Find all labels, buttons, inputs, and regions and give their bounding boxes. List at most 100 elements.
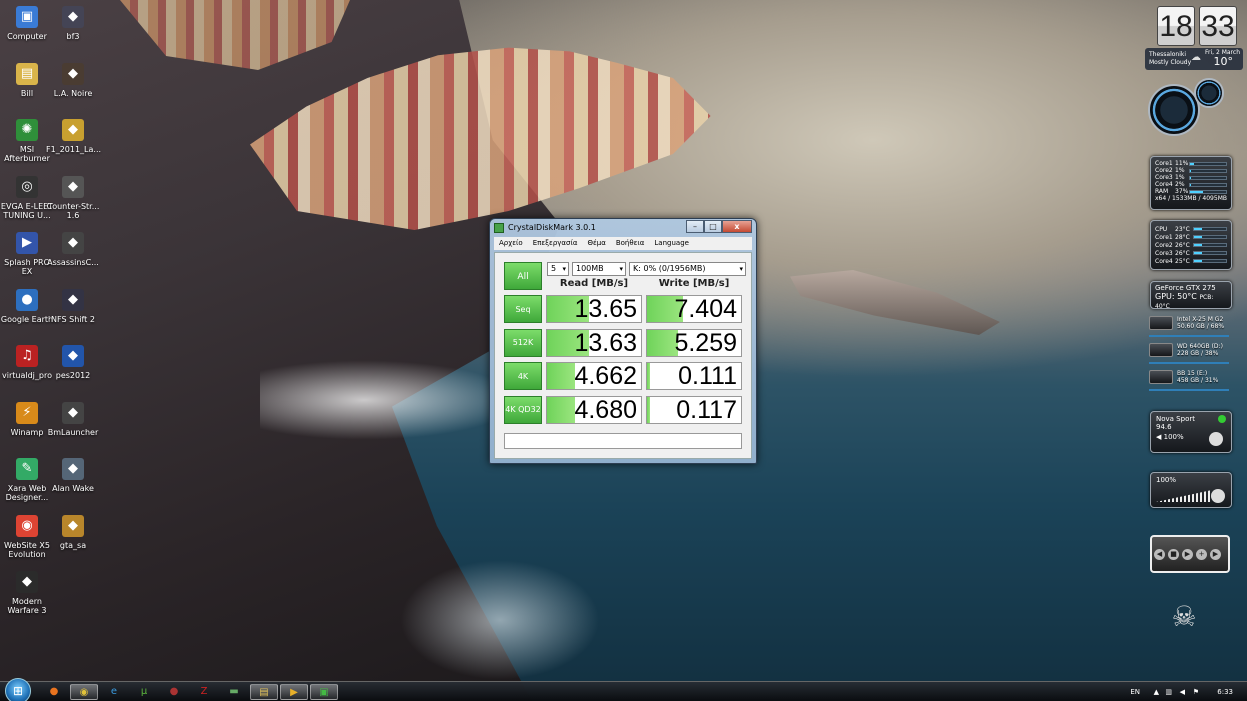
wallpaper-surf-lower xyxy=(400,560,600,680)
next-icon[interactable]: ▶ xyxy=(1210,549,1221,560)
game-icon: ◆ xyxy=(62,232,84,254)
write-result-bar xyxy=(647,396,650,423)
taskbar-app-icon[interactable]: ● xyxy=(160,684,188,700)
core-row: RAM 37% xyxy=(1155,188,1227,195)
desktop-icon[interactable]: ◆ gta_sa xyxy=(46,514,100,550)
dj-icon: ♫ xyxy=(16,345,38,367)
core-bar xyxy=(1189,189,1227,194)
gpu-gadget[interactable]: GeForce GTX 275 GPU: 50°C PCB: 40°C xyxy=(1150,281,1232,310)
menu-item[interactable]: Αρχείο xyxy=(494,237,528,250)
desktop-icon[interactable]: ◆ F1_2011_La... xyxy=(46,119,101,154)
game-icon: ◆ xyxy=(62,514,84,537)
clock-time[interactable]: 6:33 μμ xyxy=(1217,682,1233,701)
test-button[interactable]: Seq xyxy=(504,295,542,323)
play-icon[interactable]: ▶ xyxy=(1182,549,1193,560)
test-button[interactable]: 4K QD32 xyxy=(504,395,542,424)
taskbar-chrome-icon[interactable]: ◉ xyxy=(70,684,98,700)
prev-icon[interactable]: ◀ xyxy=(1154,549,1165,560)
read-result-value: 4.662 xyxy=(574,362,637,390)
maximize-button[interactable]: □ xyxy=(704,220,722,233)
crystaldiskmark-window[interactable]: CrystalDiskMark 3.0.1 – □ x Αρχείο Επεξερ… xyxy=(489,218,757,464)
clock-gadget[interactable]: 18 33 Thessaloniki Mostly Cloudy ☁ Fri, … xyxy=(1145,4,1243,70)
drives-gadget[interactable]: Intel X-25 M G2 50.60 GB / 68% WD 640GB (D… xyxy=(1145,312,1237,393)
volume-gadget[interactable]: 100% xyxy=(1150,472,1232,508)
desktop-icon[interactable]: ◆ Modern Warfare 3 xyxy=(0,571,54,615)
read-header: Read [MB/s] xyxy=(559,278,629,289)
taskbar-explorer-icon[interactable]: ▤ xyxy=(250,684,278,700)
taskbar-firefox-icon[interactable]: ● xyxy=(40,684,68,700)
cpu-meter-gadget[interactable] xyxy=(1148,78,1234,138)
core-bar xyxy=(1189,161,1227,166)
language-indicator[interactable]: EN xyxy=(1130,682,1140,701)
read-result-bar xyxy=(547,363,576,389)
temp-bar xyxy=(1193,235,1227,239)
core-value: 11% xyxy=(1175,160,1189,167)
cdm-app-icon xyxy=(494,223,504,233)
test-button[interactable]: 4K xyxy=(504,362,542,390)
temperature-gadget[interactable]: CPU 23°C Core1 28°C Core2 26°C Core3 26°C Core4 2… xyxy=(1150,220,1232,270)
taskbar-filezilla-icon[interactable]: Z xyxy=(190,684,218,700)
drive-item[interactable]: WD 640GB (D:) 228 GB / 38% xyxy=(1145,339,1237,366)
close-button[interactable]: x xyxy=(722,220,752,233)
desktop-icon[interactable]: ◆ L.A. Noire xyxy=(46,62,100,98)
globe-icon: ● xyxy=(16,288,38,311)
desktop-icon[interactable]: ◆ NFS Shift 2 xyxy=(46,288,100,324)
desktop-icon-label: Counter-Str... 1.6 xyxy=(46,201,100,220)
cloud-icon: ☁ xyxy=(1191,52,1201,63)
volume-bars-icon[interactable] xyxy=(1156,490,1212,502)
cpu-cores-gadget[interactable]: Core1 11% Core2 1% Core3 1% Core4 2% RAM 37% x64 … xyxy=(1150,156,1232,210)
menu-item[interactable]: Βοήθεια xyxy=(611,237,650,250)
volume-knob-icon[interactable] xyxy=(1211,489,1225,503)
comment-field[interactable] xyxy=(504,433,742,449)
core-bar xyxy=(1189,168,1227,173)
desktop-icon-label: AssassinsC... xyxy=(47,258,99,267)
radio-knob-icon[interactable] xyxy=(1209,432,1223,446)
drive-item[interactable]: Intel X-25 M G2 50.60 GB / 68% xyxy=(1145,312,1237,339)
media-control-gadget[interactable]: ◀ ■ ▶ + ▶ xyxy=(1150,535,1230,573)
taskbar-app2-icon[interactable]: ▬ xyxy=(220,684,248,700)
desktop-icon[interactable]: ◆ Counter-Str... 1.6 xyxy=(46,175,100,220)
menu-item[interactable]: Επεξεργασία xyxy=(528,237,583,250)
core-value: 37% xyxy=(1175,188,1189,195)
gpu-temp: GPU: 50°C xyxy=(1155,292,1197,301)
menu-bar: Αρχείο Επεξεργασία Θέμα Βοήθεια Language xyxy=(494,237,752,250)
volume-icon[interactable]: ◀ xyxy=(1180,682,1185,701)
temp-name: Core1 xyxy=(1155,233,1173,241)
test-button[interactable]: 512K xyxy=(504,328,542,357)
start-button[interactable]: ⊞ xyxy=(5,678,31,701)
temp-bar xyxy=(1193,227,1227,231)
tray-arrow-icon[interactable]: ▲ xyxy=(1154,682,1159,701)
network-icon[interactable]: ▥ xyxy=(1165,682,1172,701)
desktop-icon[interactable]: ◆ BmLauncher xyxy=(46,401,100,437)
temperature-rows: CPU 23°C Core1 28°C Core2 26°C Core3 26°C Core4 2… xyxy=(1155,225,1227,265)
radio-gadget[interactable]: Nova Sport 94.6 ◀ 100% xyxy=(1150,411,1232,453)
core-name: Core1 xyxy=(1155,160,1173,167)
taskbar-crystaldiskmark-icon[interactable]: ▣ xyxy=(310,684,338,700)
size-select[interactable]: 100MB xyxy=(572,262,626,276)
radio-frequency: 94.6 xyxy=(1156,423,1172,431)
count-select[interactable]: 5 xyxy=(547,262,569,276)
taskbar-media-icon[interactable]: ▶ xyxy=(280,684,308,700)
window-titlebar[interactable]: CrystalDiskMark 3.0.1 – □ x xyxy=(490,219,756,237)
drive-select[interactable]: K: 0% (0/1956MB) xyxy=(629,262,746,276)
skull-gadget-icon[interactable]: ☠ xyxy=(1168,600,1200,634)
temp-value: 23°C xyxy=(1175,225,1190,233)
evga-icon: ◎ xyxy=(16,175,38,198)
desktop-icon[interactable]: ◆ pes2012 xyxy=(46,345,100,380)
radio-play-icon[interactable] xyxy=(1218,415,1226,423)
minimize-button[interactable]: – xyxy=(686,220,704,233)
taskbar-ie-icon[interactable]: e xyxy=(100,684,128,700)
core-row: Core2 1% xyxy=(1155,167,1227,174)
stop-icon[interactable]: ■ xyxy=(1168,549,1179,560)
flag-icon[interactable]: ⚑ xyxy=(1193,682,1199,701)
menu-item[interactable]: Language xyxy=(649,237,694,250)
plus-icon[interactable]: + xyxy=(1196,549,1207,560)
all-button[interactable]: All xyxy=(504,262,542,290)
desktop-icon[interactable]: ◆ Alan Wake xyxy=(46,458,100,493)
desktop-icon[interactable]: ◆ AssassinsC... xyxy=(46,232,100,267)
menu-item[interactable]: Θέμα xyxy=(582,237,610,250)
game-icon: ◆ xyxy=(62,458,84,480)
drive-item[interactable]: BB 15 (E:) 458 GB / 31% xyxy=(1145,366,1237,393)
desktop-icon[interactable]: ◆ bf3 xyxy=(46,6,100,41)
taskbar-utorrent-icon[interactable]: µ xyxy=(130,684,158,700)
